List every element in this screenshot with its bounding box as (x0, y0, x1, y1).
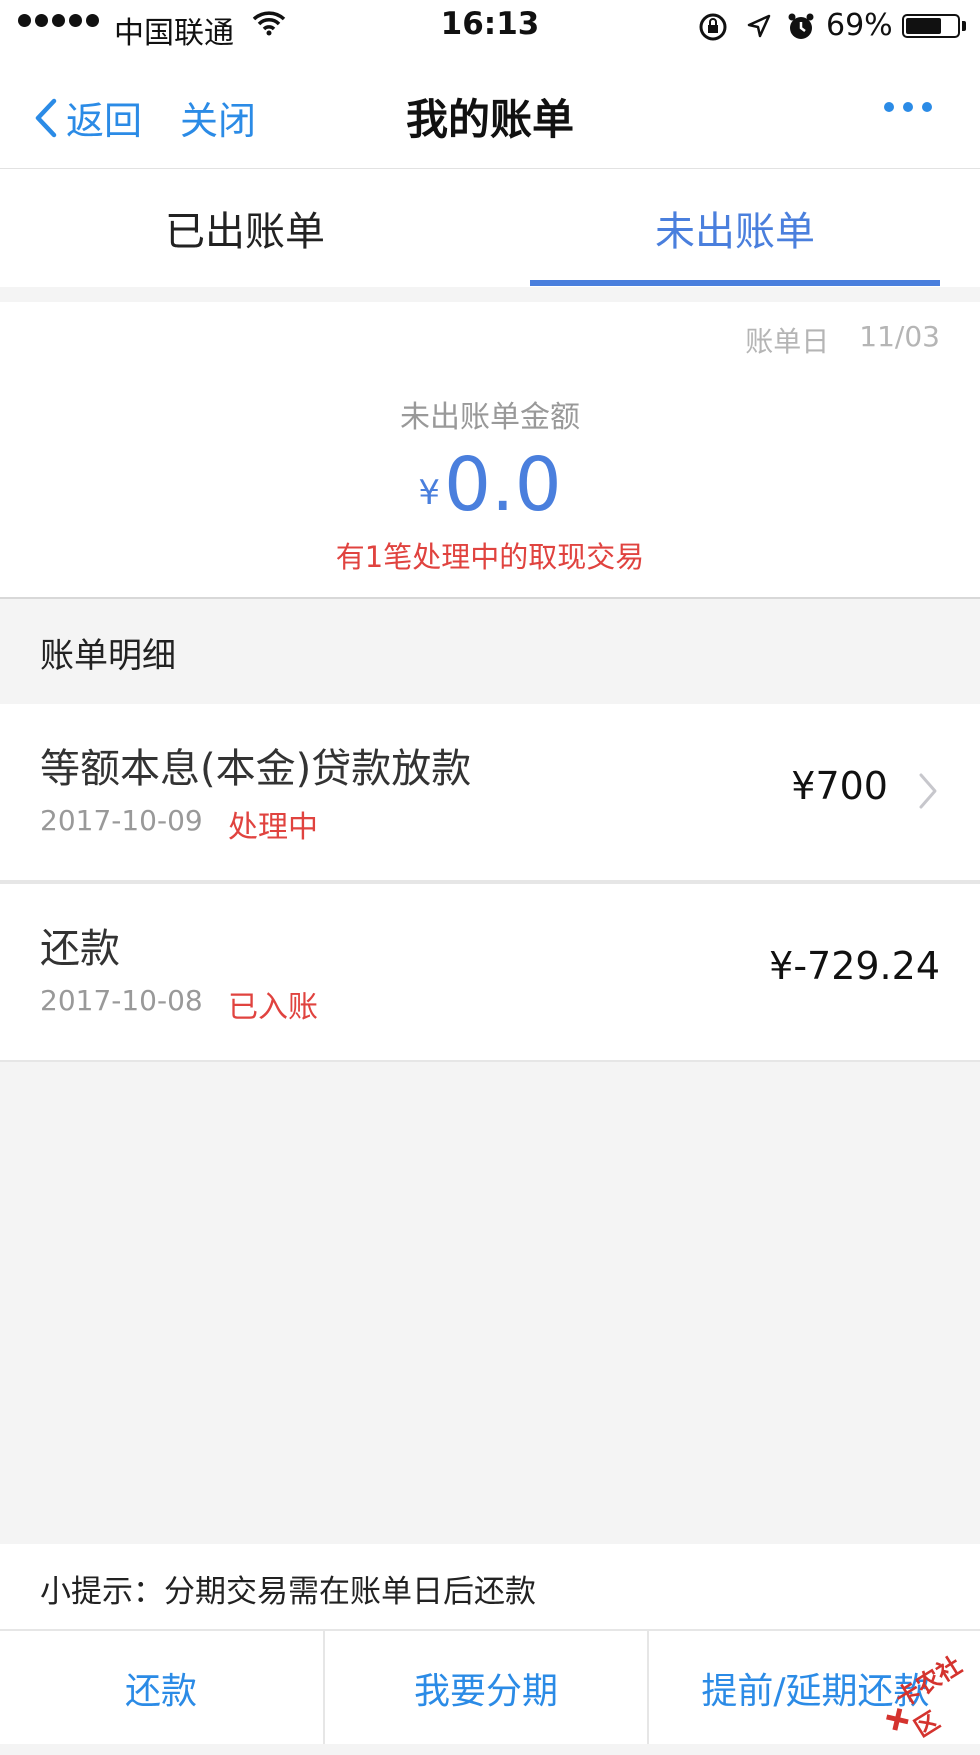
transaction-date: 2017-10-08 (40, 984, 203, 1017)
nav-bar: 返回 关闭 我的账单 (0, 52, 980, 169)
action-bar: 还款 我要分期 提前/延期还款 (0, 1631, 980, 1744)
transaction-status: 处理中 (228, 810, 318, 845)
amount-value: 0.0 (443, 442, 562, 528)
more-icon[interactable] (884, 102, 932, 112)
tab-billed[interactable]: 已出账单 (0, 199, 490, 257)
tip-bar: 小提示：分期交易需在账单日后还款 (0, 1544, 980, 1630)
row-divider (0, 1060, 980, 1062)
location-icon (745, 12, 773, 44)
list-item[interactable]: 还款 2017-10-08 已入账 ¥-729.24 (0, 884, 980, 1060)
section-title: 账单明细 (40, 636, 176, 676)
tip-text: 小提示：分期交易需在账单日后还款 (40, 1574, 536, 1610)
battery-tip (962, 21, 966, 31)
transaction-date: 2017-10-09 (40, 804, 203, 837)
transaction-title: 还款 (40, 926, 120, 972)
transaction-title: 等额本息(本金)贷款放款 (40, 746, 472, 792)
chevron-left-icon (35, 98, 57, 137)
back-button[interactable]: 返回 (34, 90, 142, 145)
signal-strength-icon (18, 14, 99, 27)
back-label: 返回 (66, 99, 143, 143)
list-item[interactable]: 等额本息(本金)贷款放款 2017-10-09 处理中 ¥700 (0, 704, 980, 880)
clock: 16:13 (440, 6, 540, 42)
section-divider (0, 597, 980, 599)
bill-day: 账单日 11/03 (745, 320, 940, 360)
wifi-icon (252, 10, 286, 40)
bill-day-label: 账单日 (745, 325, 830, 358)
installment-button[interactable]: 我要分期 (323, 1631, 647, 1744)
active-tab-indicator (530, 280, 940, 286)
page-title: 我的账单 (405, 95, 574, 144)
unbilled-amount: ¥0.0 (0, 442, 980, 528)
chevron-right-icon (918, 772, 938, 814)
status-bar: 中国联通 16:13 69% (0, 0, 980, 52)
repay-button[interactable]: 还款 (0, 1631, 322, 1744)
carrier-name: 中国联通 (114, 16, 234, 51)
tab-unbilled[interactable]: 未出账单 (490, 199, 980, 257)
unbilled-amount-label: 未出账单金额 (400, 400, 580, 435)
alarm-icon (786, 12, 816, 46)
battery-icon (902, 14, 960, 38)
battery-percent: 69% (826, 8, 893, 43)
transaction-amount: ¥-729.24 (769, 944, 940, 988)
bill-tabs: 已出账单 未出账单 (0, 169, 980, 287)
transaction-amount: ¥700 (791, 764, 888, 808)
unbilled-summary: 账单日 11/03 未出账单金额 ¥0.0 有1笔处理中的取现交易 (0, 302, 980, 597)
close-button[interactable]: 关闭 (180, 90, 256, 145)
bill-day-value: 11/03 (859, 320, 940, 353)
currency-symbol: ¥ (418, 473, 440, 513)
transaction-status: 已入账 (228, 990, 318, 1025)
rotation-lock-icon (698, 12, 728, 46)
pending-transaction-note: 有1笔处理中的取现交易 (335, 540, 645, 574)
battery-fill (906, 18, 941, 34)
